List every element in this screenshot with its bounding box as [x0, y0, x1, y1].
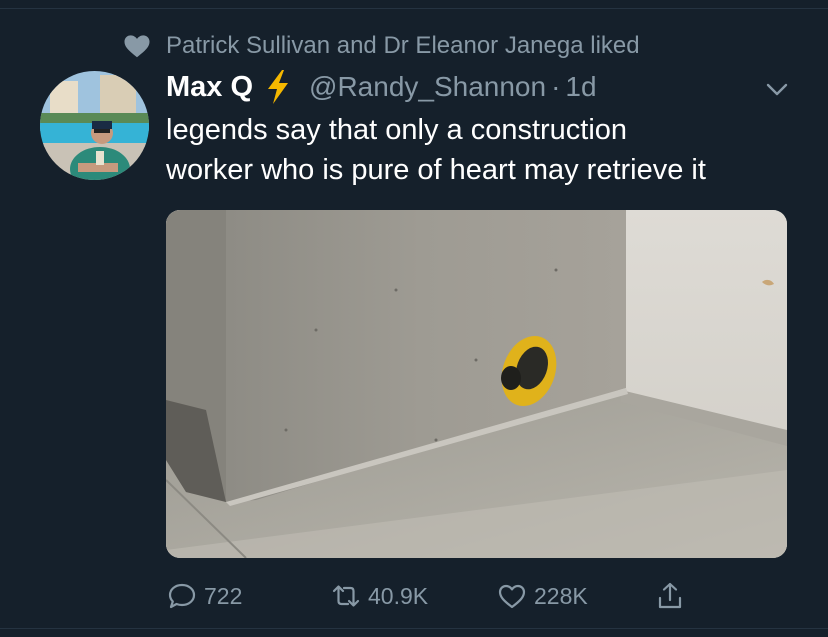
- like-button[interactable]: 228K: [496, 576, 588, 616]
- share-icon: [658, 582, 682, 609]
- tweet-text-line: legends say that only a construction: [166, 114, 628, 146]
- handle[interactable]: @Randy_Shannon: [309, 71, 546, 103]
- tweet-text: legends say that only a construction wor…: [166, 110, 806, 190]
- bottom-divider: [0, 628, 828, 637]
- tweet-screen: Patrick Sullivan and Dr Eleanor Janega l…: [0, 0, 828, 637]
- retweet-button[interactable]: 40.9K: [330, 576, 428, 616]
- timestamp[interactable]: 1d: [565, 71, 596, 103]
- tweet-header: Max Q @Randy_Shannon · 1d: [166, 66, 597, 108]
- action-bar: 722 40.9K 228K: [166, 576, 706, 616]
- reply-icon: [168, 583, 196, 609]
- like-count: 228K: [534, 582, 588, 609]
- chevron-down-icon: [766, 83, 788, 96]
- heart-outline-icon: [498, 584, 526, 609]
- reply-button[interactable]: 722: [166, 576, 242, 616]
- more-options-button[interactable]: [763, 75, 791, 103]
- avatar[interactable]: [40, 71, 149, 180]
- separator-dot: ·: [551, 71, 561, 102]
- retweet-icon: [332, 585, 360, 607]
- heart-icon: [122, 31, 152, 61]
- tweet-text-line: worker who is pure of heart may retrieve…: [166, 154, 706, 186]
- social-context-text: Patrick Sullivan and Dr Eleanor Janega l…: [166, 32, 640, 59]
- display-name[interactable]: Max Q: [166, 71, 253, 104]
- reply-count: 722: [204, 582, 243, 609]
- tweet-photo[interactable]: [166, 210, 787, 558]
- top-divider: [0, 0, 828, 9]
- share-button[interactable]: [654, 576, 686, 616]
- social-context[interactable]: Patrick Sullivan and Dr Eleanor Janega l…: [122, 31, 640, 61]
- retweet-count: 40.9K: [368, 582, 429, 609]
- lightning-icon: [253, 69, 293, 105]
